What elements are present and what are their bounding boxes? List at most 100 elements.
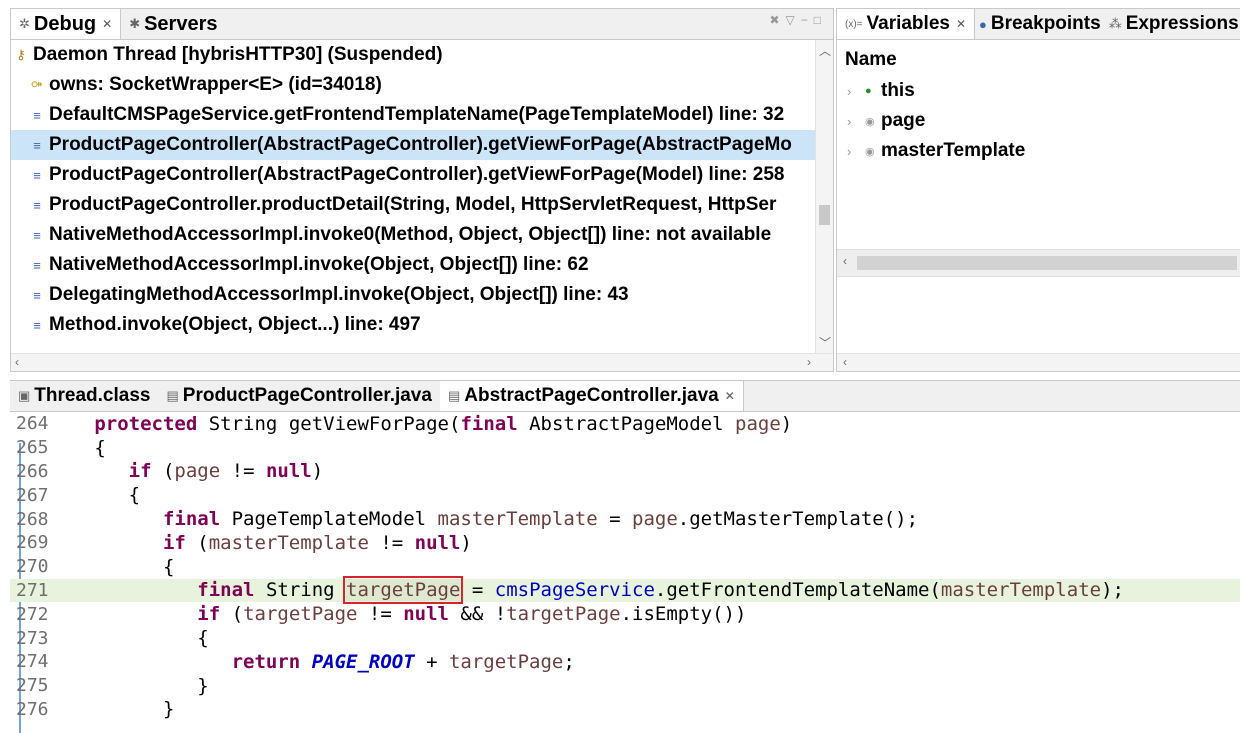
line-number: 271 bbox=[16, 579, 49, 601]
stack-frame-icon: ≡ bbox=[33, 317, 41, 333]
close-icon[interactable]: ✕ bbox=[102, 17, 112, 31]
stack-frame-selected[interactable]: ≡ ProductPageController(AbstractPageCont… bbox=[11, 130, 815, 160]
expand-chevron-icon[interactable]: › bbox=[847, 114, 865, 129]
code-text: if (page != null) bbox=[128, 460, 324, 483]
variable-name: masterTemplate bbox=[881, 140, 1026, 161]
frame-label: ProductPageController.productDetail(Stri… bbox=[49, 194, 777, 215]
local-variable-icon: ● bbox=[865, 85, 872, 97]
tab-productpagecontroller[interactable]: ▤ ProductPageController.java bbox=[158, 381, 439, 411]
horizontal-scrollbar[interactable]: ‹ › bbox=[11, 353, 833, 371]
stack-frame[interactable]: ≡ ProductPageController.productDetail(St… bbox=[11, 190, 815, 220]
code-text: { bbox=[60, 484, 141, 507]
line-number: 265 bbox=[16, 437, 49, 459]
current-code-line: 271 final String targetPage = cmsPageSer… bbox=[10, 576, 1240, 605]
java-file-icon: ▤ bbox=[447, 388, 461, 403]
code-line: 264 protected String getViewForPage(fina… bbox=[10, 412, 1240, 436]
line-number: 272 bbox=[16, 603, 49, 625]
scroll-up-icon[interactable]: ︿ bbox=[819, 42, 831, 59]
code-line: 268 final PageTemplateModel masterTempla… bbox=[10, 507, 1240, 531]
maximize-icon[interactable]: □ bbox=[814, 13, 827, 27]
tab-thread-class[interactable]: ▣ Thread.class bbox=[10, 381, 158, 411]
frame-label: owns: SocketWrapper<E> (id=34018) bbox=[49, 74, 382, 95]
horizontal-scrollbar[interactable]: ‹ bbox=[837, 249, 1240, 277]
servers-icon: ✱ bbox=[129, 16, 141, 31]
tab-breakpoints[interactable]: ● Breakpoints bbox=[975, 9, 1105, 39]
stack-frame-icon: ≡ bbox=[33, 197, 41, 213]
stack-frame[interactable]: ≡ NativeMethodAccessorImpl.invoke(Object… bbox=[11, 250, 815, 280]
scroll-left-icon[interactable]: ‹ bbox=[15, 355, 19, 369]
tab-variables-label: Variables bbox=[866, 13, 950, 34]
thread-item[interactable]: ⚷ Daemon Thread [hybrisHTTP30] (Suspende… bbox=[11, 40, 815, 70]
tab-abstractpagecontroller[interactable]: ▤ AbstractPageController.java ✕ bbox=[439, 381, 744, 411]
scroll-down-icon[interactable]: ﹀ bbox=[819, 334, 831, 351]
tab-debug[interactable]: ✲ Debug ✕ bbox=[11, 9, 122, 39]
name-column-header[interactable]: Name bbox=[845, 49, 897, 71]
frame-label: NativeMethodAccessorImpl.invoke(Object, … bbox=[49, 254, 589, 275]
remove-terminated-icon[interactable]: ✖ bbox=[769, 13, 785, 27]
code-text: { bbox=[60, 436, 106, 459]
code-area[interactable]: 264 protected String getViewForPage(fina… bbox=[10, 412, 1240, 733]
variable-row-mastertemplate[interactable]: › ◉ masterTemplate bbox=[847, 137, 1025, 165]
code-editor: ▣ Thread.class ▤ ProductPageController.j… bbox=[10, 380, 1240, 733]
line-number: 273 bbox=[16, 627, 49, 649]
view-toolbar: ✖▽−□ bbox=[769, 13, 827, 27]
line-number: 269 bbox=[16, 532, 49, 554]
tab-servers[interactable]: ✱ Servers bbox=[121, 9, 225, 39]
scrollbar-thumb[interactable] bbox=[857, 256, 1237, 270]
scrollbar-thumb[interactable] bbox=[819, 205, 830, 225]
line-number: 267 bbox=[16, 484, 49, 506]
stack-frame[interactable]: ≡ DelegatingMethodAccessorImpl.invoke(Ob… bbox=[11, 280, 815, 310]
code-line: 274 return PAGE_ROOT + targetPage; bbox=[10, 650, 1240, 674]
stack-frame[interactable]: ≡ ProductPageController(AbstractPageCont… bbox=[11, 160, 815, 190]
code-text: } bbox=[60, 674, 209, 697]
scroll-right-icon[interactable]: › bbox=[807, 355, 811, 369]
expand-chevron-icon[interactable]: › bbox=[847, 144, 865, 159]
code-text: if (masterTemplate != null) bbox=[162, 531, 472, 554]
line-number: 270 bbox=[16, 556, 49, 578]
stack-frame[interactable]: ≡ DefaultCMSPageService.getFrontendTempl… bbox=[11, 100, 815, 130]
vertical-scrollbar[interactable]: ︿ ﹀ bbox=[815, 40, 833, 353]
expressions-icon: ⁂ bbox=[1108, 16, 1122, 31]
code-text: { bbox=[60, 555, 175, 578]
detail-scrollbar[interactable]: ‹ bbox=[837, 353, 1240, 371]
lock-icon: ⚩ bbox=[31, 77, 43, 92]
tab-expressions[interactable]: ⁂ Expressions bbox=[1105, 9, 1240, 39]
variable-name: this bbox=[881, 80, 915, 101]
tab-variables[interactable]: (x)= Variables ✕ bbox=[837, 9, 976, 39]
close-icon[interactable]: ✕ bbox=[956, 17, 966, 31]
code-line: 270 { bbox=[10, 555, 1240, 579]
code-line: 275 } bbox=[10, 674, 1240, 698]
scroll-left-icon[interactable]: ‹ bbox=[843, 254, 847, 268]
stack-frame-icon: ≡ bbox=[33, 287, 41, 303]
tab-servers-label: Servers bbox=[144, 12, 218, 35]
minimize-icon[interactable]: − bbox=[801, 13, 814, 27]
java-file-icon: ▤ bbox=[166, 388, 179, 403]
scroll-left-icon[interactable]: ‹ bbox=[843, 355, 847, 369]
tab-expressions-label: Expressions bbox=[1125, 13, 1239, 34]
highlighted-variable-targetpage: targetPage bbox=[343, 576, 464, 605]
stack-frame-tree: ⚷ Daemon Thread [hybrisHTTP30] (Suspende… bbox=[11, 40, 815, 353]
code-text: } bbox=[60, 698, 175, 721]
line-number: 276 bbox=[16, 698, 49, 720]
code-text: final String targetPage = cmsPageService… bbox=[197, 576, 1124, 605]
code-line: 265 { bbox=[10, 436, 1240, 460]
frame-label: DelegatingMethodAccessorImpl.invoke(Obje… bbox=[49, 284, 629, 305]
variable-row-page[interactable]: › ◉ page bbox=[847, 107, 925, 135]
debug-tabbar: ✲ Debug ✕ ✱ Servers bbox=[11, 9, 833, 40]
frame-label: Method.invoke(Object, Object...) line: 4… bbox=[49, 314, 421, 335]
stack-frame-icon: ≡ bbox=[33, 227, 41, 243]
breakpoints-icon: ● bbox=[979, 16, 987, 32]
editor-tabbar: ▣ Thread.class ▤ ProductPageController.j… bbox=[10, 381, 1240, 412]
tab-debug-label: Debug bbox=[33, 12, 97, 35]
stack-frame[interactable]: ≡ NativeMethodAccessorImpl.invoke0(Metho… bbox=[11, 220, 815, 250]
code-line: 272 if (targetPage != null && !targetPag… bbox=[10, 602, 1240, 626]
code-text: protected String getViewForPage(final Ab… bbox=[94, 412, 793, 435]
view-menu-icon[interactable]: ▽ bbox=[786, 13, 801, 27]
close-icon[interactable]: ✕ bbox=[725, 389, 735, 403]
line-number: 268 bbox=[16, 508, 49, 530]
stack-frame[interactable]: ≡ Method.invoke(Object, Object...) line:… bbox=[11, 310, 815, 340]
code-line: 266 if (page != null) bbox=[10, 460, 1240, 484]
monitor-item[interactable]: ⚩ owns: SocketWrapper<E> (id=34018) bbox=[11, 70, 815, 100]
variable-row-this[interactable]: › ● this bbox=[847, 77, 915, 105]
expand-chevron-icon[interactable]: › bbox=[847, 84, 865, 99]
